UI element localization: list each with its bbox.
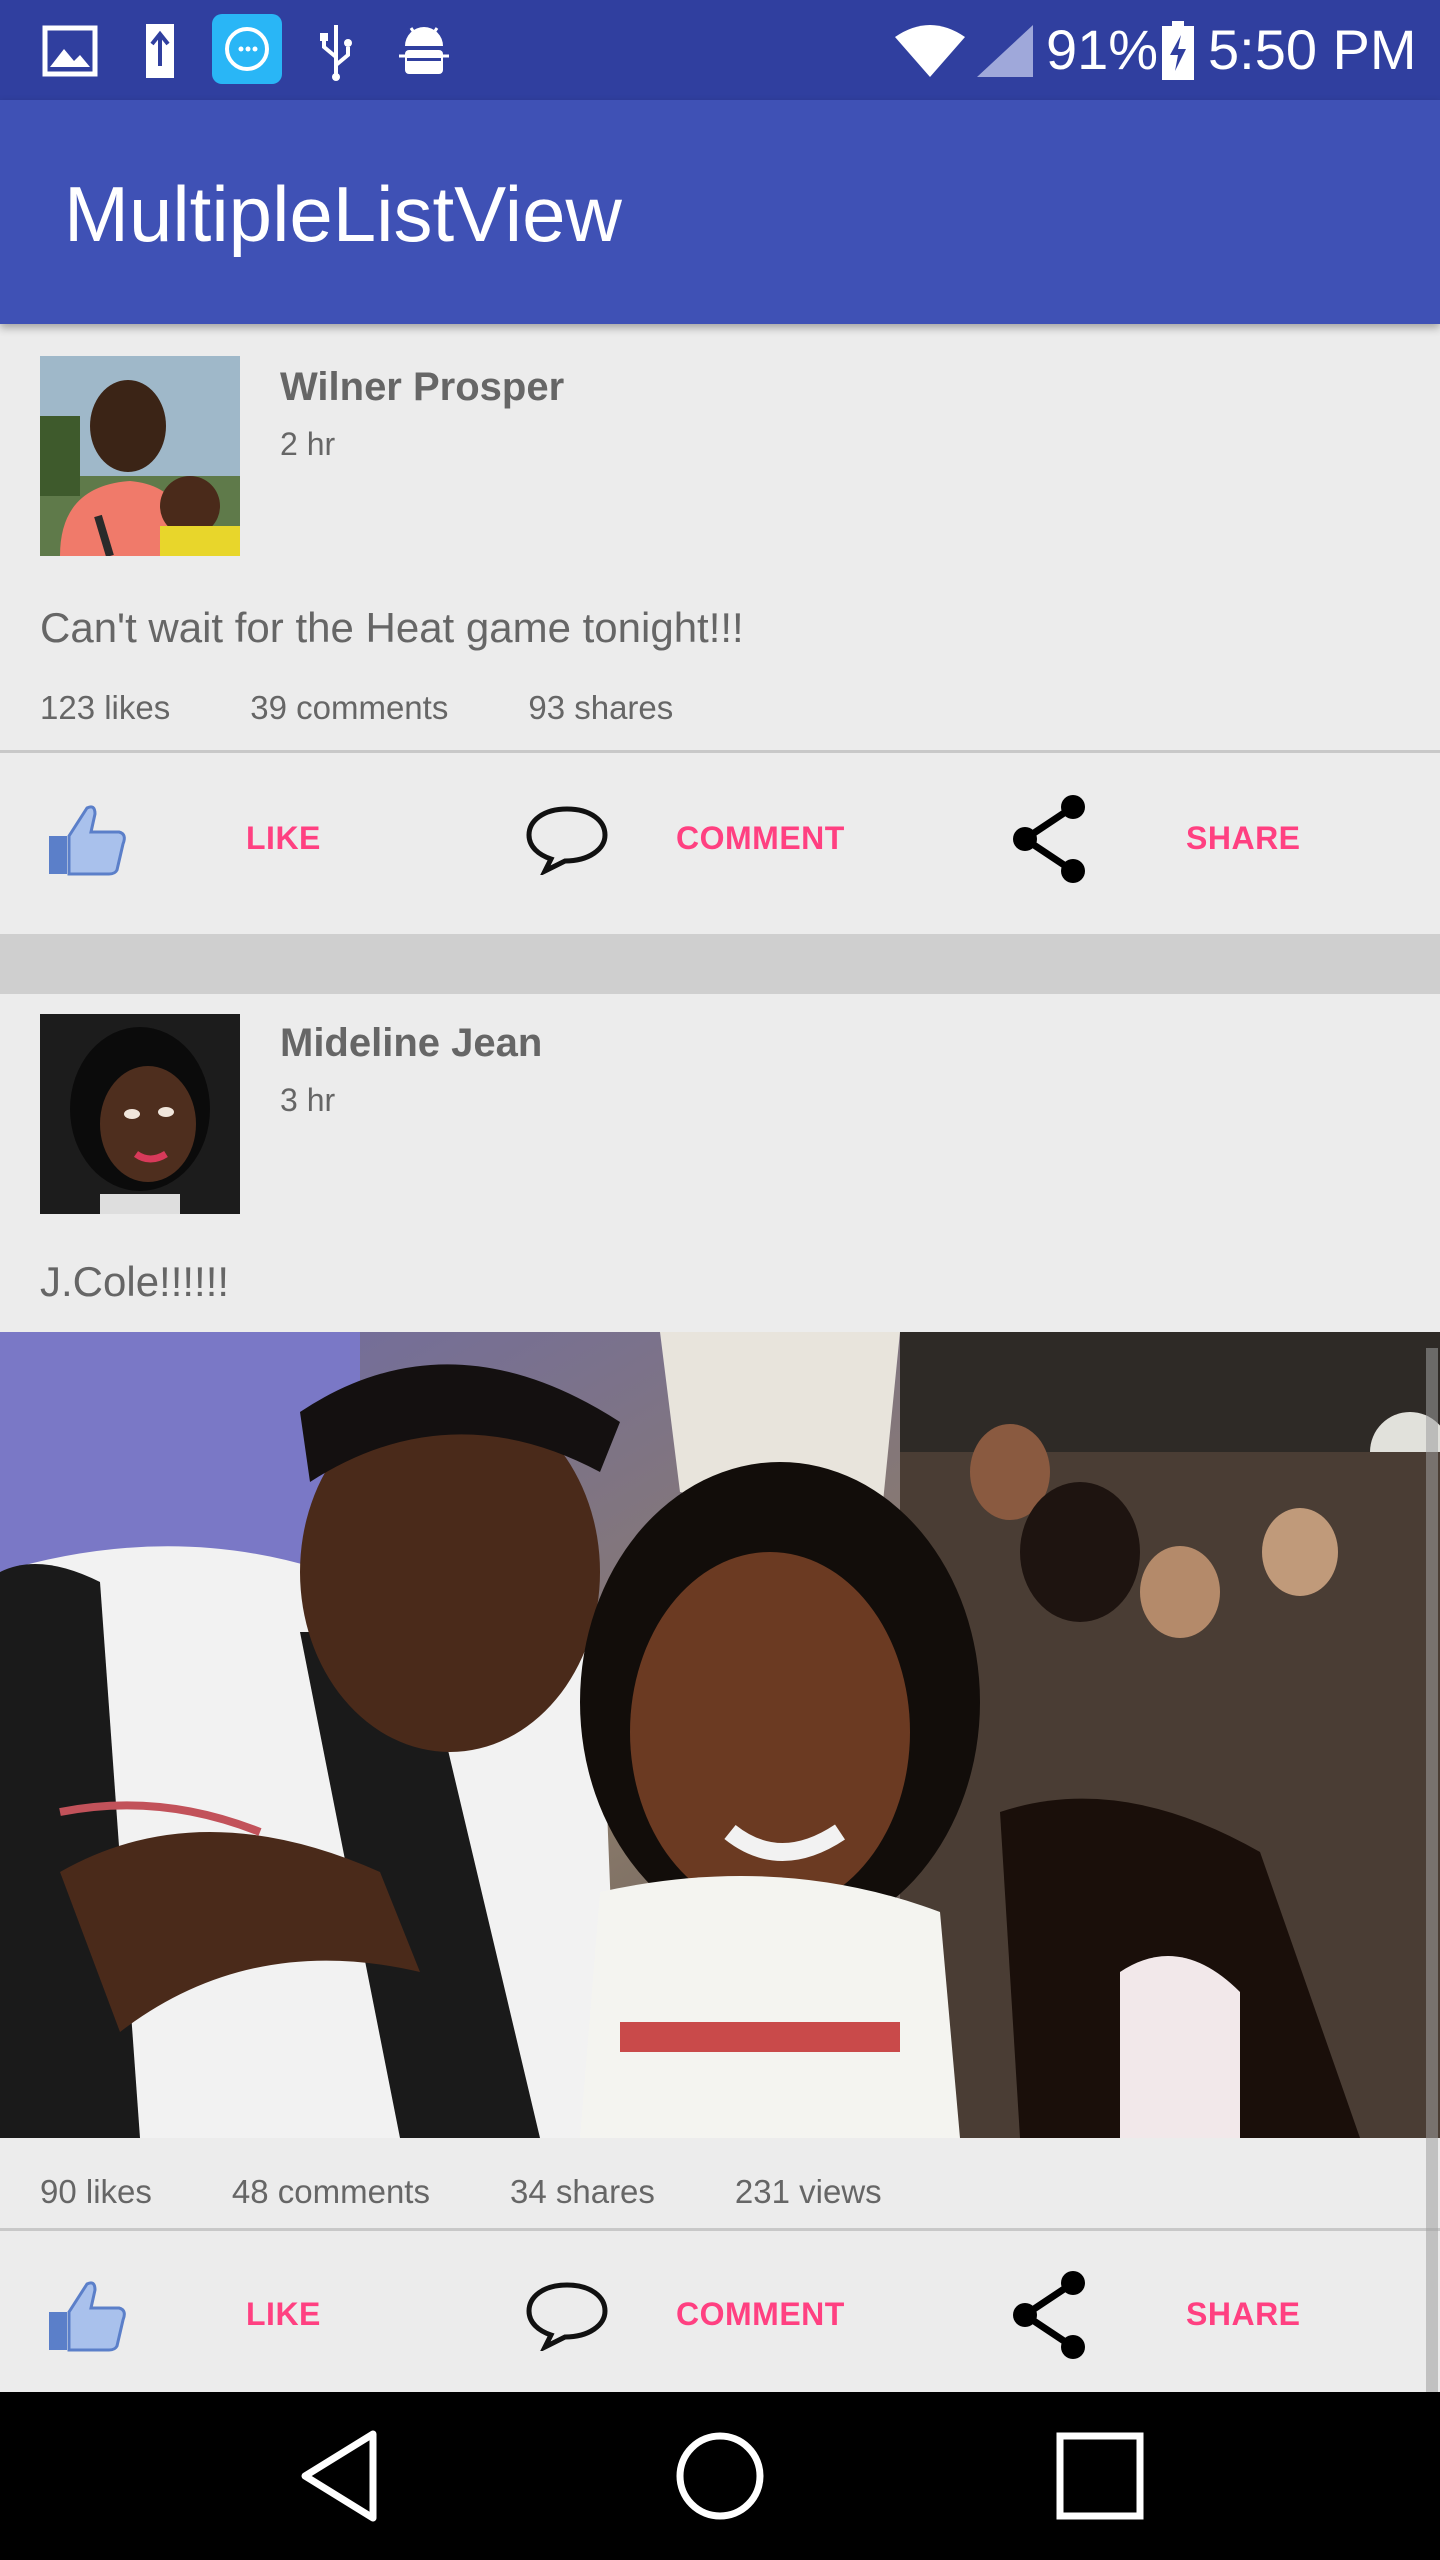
post-time: 2 hr	[280, 426, 336, 462]
home-icon[interactable]	[670, 2426, 770, 2526]
likes-count[interactable]: 90 likes	[40, 2170, 152, 2214]
wifi-icon	[890, 18, 970, 84]
scrollbar[interactable]	[1426, 1348, 1438, 2392]
likes-count[interactable]: 123 likes	[40, 686, 170, 730]
usb-icon	[306, 18, 366, 84]
post-text: Can't wait for the Heat game tonight!!!	[40, 604, 744, 651]
post-text: J.Cole!!!!!!	[40, 1258, 230, 1305]
android-debug-icon	[394, 18, 454, 84]
share-icon[interactable]	[1004, 794, 1094, 884]
action-bar: LIKE COMMENT SHARE	[0, 2230, 1440, 2392]
thumbs-up-icon[interactable]	[42, 2270, 132, 2360]
battery-percent: 91%	[1046, 18, 1159, 81]
comment-icon[interactable]	[522, 2270, 612, 2360]
action-bar: LIKE COMMENT SHARE	[0, 754, 1440, 924]
back-icon[interactable]	[290, 2426, 390, 2526]
divider	[0, 750, 1440, 753]
post-photo[interactable]	[0, 1332, 1440, 2138]
clock: 5:50 PM	[1208, 18, 1417, 81]
post-separator	[0, 934, 1440, 994]
shares-count[interactable]: 34 shares	[510, 2170, 655, 2214]
post-time: 3 hr	[280, 1082, 336, 1118]
battery-charging-icon	[1158, 18, 1198, 84]
shares-count[interactable]: 93 shares	[528, 686, 673, 730]
recents-icon[interactable]	[1050, 2426, 1150, 2526]
app-title: MultipleListView	[64, 170, 622, 258]
comment-icon[interactable]	[522, 794, 612, 884]
avatar[interactable]	[40, 1014, 240, 1214]
status-bar: 91% 5:50 PM	[0, 0, 1440, 100]
post-card: Wilner Prosper 2 hr Can't wait for the H…	[0, 324, 1440, 934]
like-button[interactable]: LIKE	[246, 816, 321, 860]
comments-count[interactable]: 39 comments	[250, 686, 448, 730]
author-name[interactable]: Mideline Jean	[280, 1018, 542, 1068]
app-bar: MultipleListView	[0, 100, 1440, 324]
share-icon[interactable]	[1004, 2270, 1094, 2360]
share-button[interactable]: SHARE	[1186, 816, 1301, 860]
comments-count[interactable]: 48 comments	[232, 2170, 430, 2214]
like-button[interactable]: LIKE	[246, 2292, 321, 2336]
navigation-bar	[0, 2392, 1440, 2560]
comment-button[interactable]: COMMENT	[676, 2292, 845, 2336]
comment-button[interactable]: COMMENT	[676, 816, 845, 860]
dialer-app-icon	[212, 14, 282, 84]
author-name[interactable]: Wilner Prosper	[280, 362, 564, 412]
post-stats: 123 likes 39 comments 93 shares	[40, 686, 753, 730]
avatar[interactable]	[40, 356, 240, 556]
cell-signal-icon	[974, 18, 1036, 84]
post-card: Mideline Jean 3 hr J.Cole!!!!!! 90 likes…	[0, 994, 1440, 2392]
share-button[interactable]: SHARE	[1186, 2292, 1301, 2336]
post-stats: 90 likes 48 comments 34 shares 231 views	[40, 2170, 962, 2214]
feed-list[interactable]: Wilner Prosper 2 hr Can't wait for the H…	[0, 324, 1440, 2392]
thumbs-up-icon[interactable]	[42, 794, 132, 884]
sd-card-icon	[130, 18, 190, 84]
gallery-icon	[40, 18, 100, 84]
views-count[interactable]: 231 views	[735, 2170, 882, 2214]
